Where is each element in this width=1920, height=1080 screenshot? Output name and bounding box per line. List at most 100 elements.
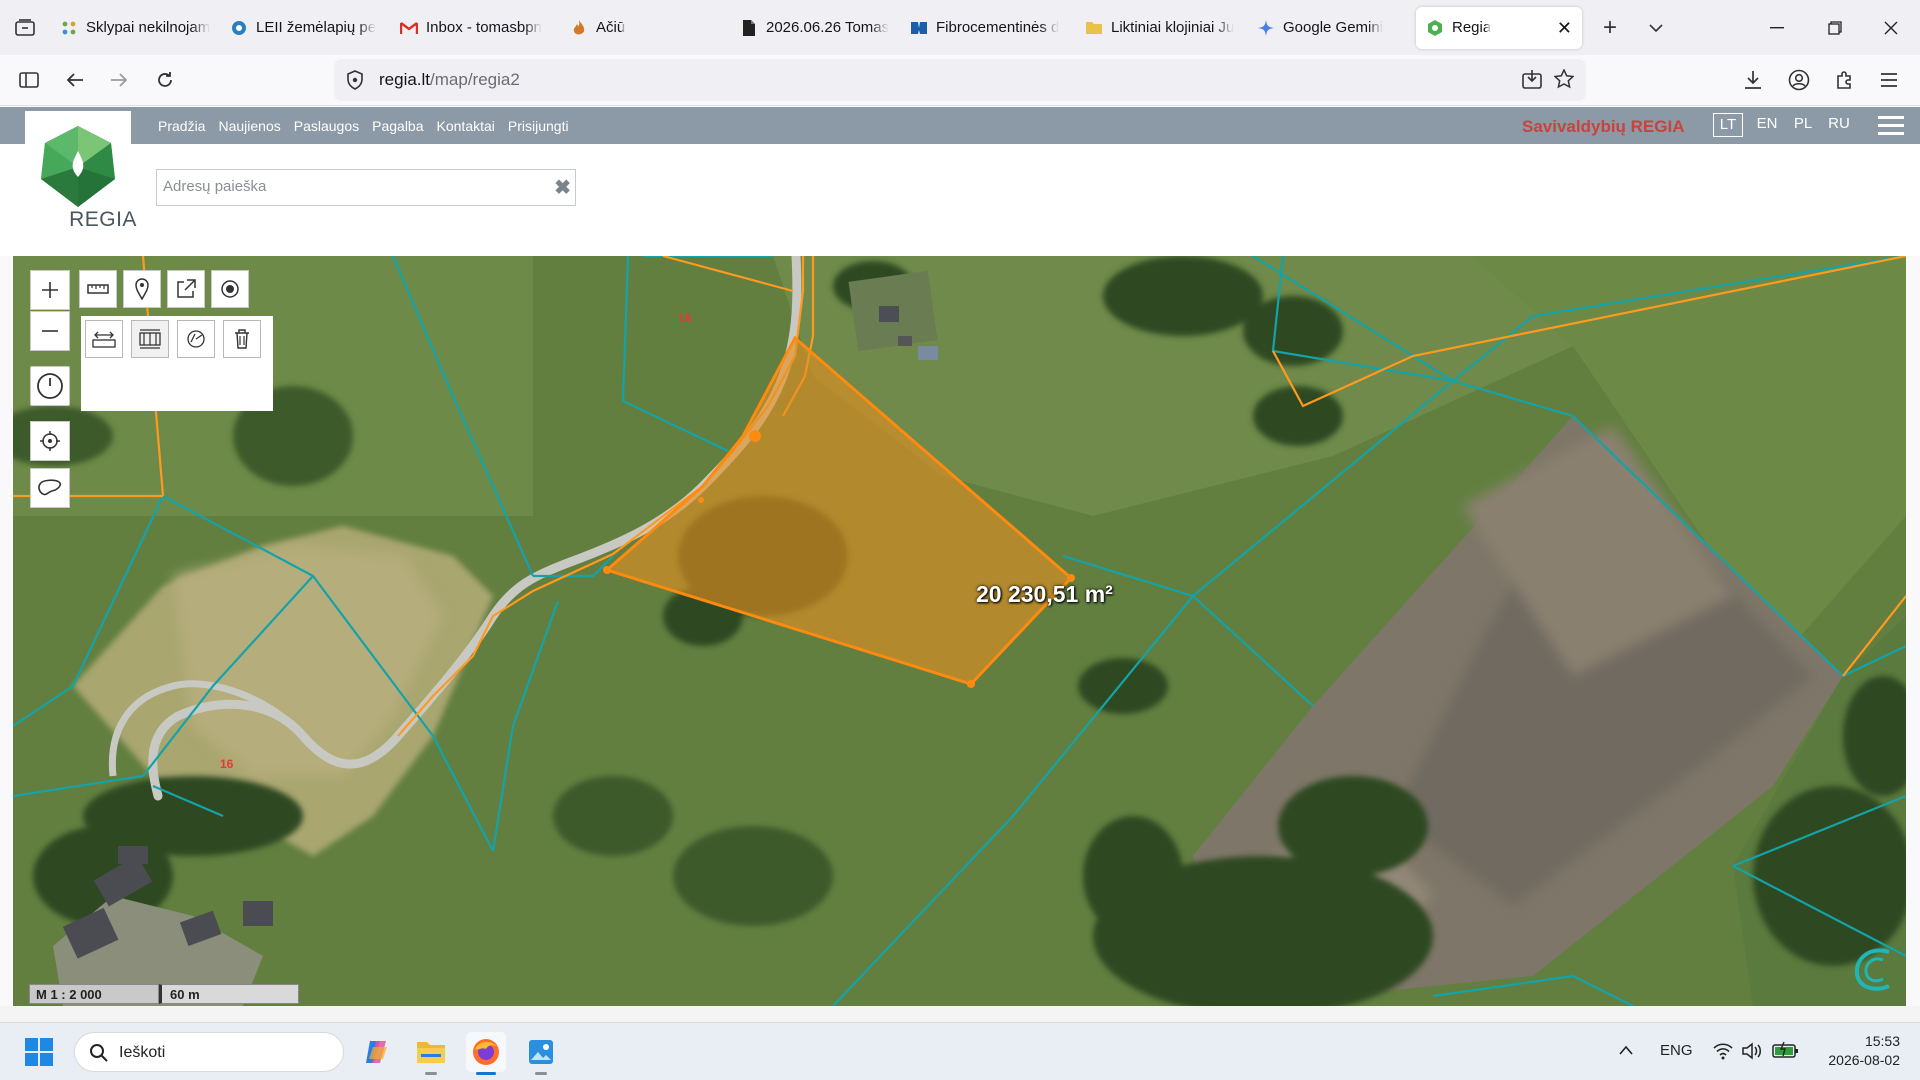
map-pin-button[interactable] [123,270,161,308]
input-language-indicator[interactable]: ENG [1660,1042,1693,1059]
regia-header: ✖ [0,144,1920,256]
url-text[interactable]: regia.lt/map/regia2 [379,70,520,90]
browser-tab[interactable]: LEII žemėlapių pe [220,7,390,49]
wifi-icon[interactable] [1713,1042,1733,1060]
minimize-window-icon[interactable] [1748,0,1806,55]
active-indicator [476,1072,496,1075]
copilot-app-icon[interactable] [357,1032,397,1072]
map-scale-bar: M 1 : 2 000 60 m [29,984,299,1006]
new-tab-button[interactable]: + [1590,8,1630,48]
regia-logo-mark [41,126,115,207]
url-host: regia.lt [379,70,431,89]
measure-radius-icon[interactable] [177,320,215,358]
downloads-icon[interactable] [1736,63,1770,97]
navigation-toolbar: regia.lt/map/regia2 [0,55,1920,106]
windows-start-icon[interactable] [24,1037,54,1067]
zoom-in-button[interactable] [30,270,70,310]
language-lt[interactable]: LT [1713,113,1743,137]
taskbar-search-label: Ieškoti [119,1044,166,1061]
bookmark-star-icon[interactable] [1553,68,1575,94]
measure-ruler-button[interactable] [79,270,117,308]
page-footer-strip [0,1006,1920,1022]
browser-tab-active[interactable]: Regia ✕ [1416,6,1582,49]
scale-distance: 60 m [159,984,299,1004]
tab-label: Google Gemini [1283,19,1384,36]
system-clock[interactable]: 15:53 2026-08-02 [1820,1032,1900,1070]
browser-tab[interactable]: Inbox - tomasbpn [390,7,560,49]
back-arrow-icon[interactable] [58,63,92,97]
menu-item-pagalba[interactable]: Pagalba [372,118,423,134]
tab-label: Fibrocementinės d [936,19,1060,36]
tab-label: Inbox - tomasbpn [426,19,542,36]
zoom-out-button[interactable] [30,311,70,351]
gemini-icon [1257,19,1275,37]
gmail-icon [400,19,418,37]
menu-item-pradzia[interactable]: Pradžia [158,118,205,134]
chevron-up-icon[interactable] [1618,1044,1634,1056]
sidebar-toggle-icon[interactable] [12,63,46,97]
photos-app-icon[interactable] [521,1032,561,1075]
measure-distance-icon[interactable] [85,320,123,358]
tab-label: Regia [1452,19,1492,36]
language-ru[interactable]: RU [1821,113,1857,137]
tab-list-icon[interactable] [0,0,50,55]
menu-item-prisijungti[interactable]: Prisijungti [508,118,569,134]
measure-area-icon[interactable] [131,320,169,358]
install-app-icon[interactable] [1522,69,1542,94]
shield-icon[interactable] [346,70,364,95]
windows-taskbar: Ieškoti ENG 15:53 2026-08-02 [0,1022,1920,1080]
measure-tools-panel [81,316,273,411]
regia-watermark-logo [1854,948,1890,991]
language-pl[interactable]: PL [1785,113,1821,137]
regia-logo[interactable]: REGIA [25,111,136,241]
browser-tab[interactable]: Liktiniai klojiniai Ju [1075,7,1247,49]
trash-icon[interactable] [223,320,261,358]
regia-main-menu: Pradžia Naujienos Paslaugos Pagalba Kont… [158,118,582,134]
running-indicator [535,1072,547,1075]
folder-icon [1085,19,1103,37]
restore-window-icon[interactable] [1806,0,1864,55]
bookmark-flag-icon [910,19,928,37]
app-menu-icon[interactable] [1872,63,1906,97]
browser-tab[interactable]: Ačiū [560,7,730,49]
chevron-down-icon[interactable] [1636,8,1676,48]
close-tab-icon[interactable]: ✕ [1557,18,1572,39]
menu-item-paslaugos[interactable]: Paslaugos [294,118,359,134]
draw-area-button[interactable] [30,468,70,508]
layer-target-button[interactable] [211,270,249,308]
close-window-icon[interactable] [1862,0,1920,55]
address-search-box: ✖ [156,169,576,206]
flame-icon [570,19,588,37]
firefox-app-icon[interactable] [466,1032,506,1075]
municipality-brand-link[interactable]: Savivaldybių REGIA [1522,117,1685,137]
share-export-button[interactable] [167,270,205,308]
taskbar-search-box[interactable]: Ieškoti [74,1032,344,1072]
locate-me-button[interactable] [30,421,70,461]
volume-icon[interactable] [1742,1042,1764,1060]
map-viewport[interactable]: 18 16 20 230,51 m² M 1 : 2 000 60 m [13,256,1906,1006]
account-icon[interactable] [1782,63,1816,97]
regia-top-menu-bar: Pradžia Naujienos Paslaugos Pagalba Kont… [0,107,1920,144]
browser-tab[interactable]: Sklypai nekilnojam [50,7,220,49]
extensions-icon[interactable] [1828,63,1862,97]
browser-tab[interactable]: Google Gemini [1247,7,1412,49]
browser-tab[interactable]: Fibrocementinės d [900,7,1075,49]
pdf-file-icon [740,19,758,37]
forward-arrow-icon[interactable] [102,63,136,97]
reload-icon[interactable] [148,63,182,97]
address-bar[interactable]: regia.lt/map/regia2 [334,59,1586,101]
tab-label: 2026.06.26 Tomas [766,19,890,36]
running-indicator [425,1072,437,1075]
language-en[interactable]: EN [1749,113,1785,137]
file-explorer-icon[interactable] [411,1032,451,1075]
tab-label: Ačiū [596,19,626,36]
menu-item-kontaktai[interactable]: Kontaktai [437,118,495,134]
address-search-input[interactable] [163,178,543,195]
clear-search-icon[interactable]: ✖ [554,175,571,200]
menu-item-naujienos[interactable]: Naujienos [218,118,280,134]
history-clock-button[interactable] [30,366,70,406]
tab-label: Liktiniai klojiniai Ju [1111,19,1235,36]
hamburger-menu-icon[interactable] [1878,116,1904,136]
browser-tab[interactable]: 2026.06.26 Tomas [730,7,900,49]
battery-charging-icon[interactable] [1772,1040,1800,1060]
